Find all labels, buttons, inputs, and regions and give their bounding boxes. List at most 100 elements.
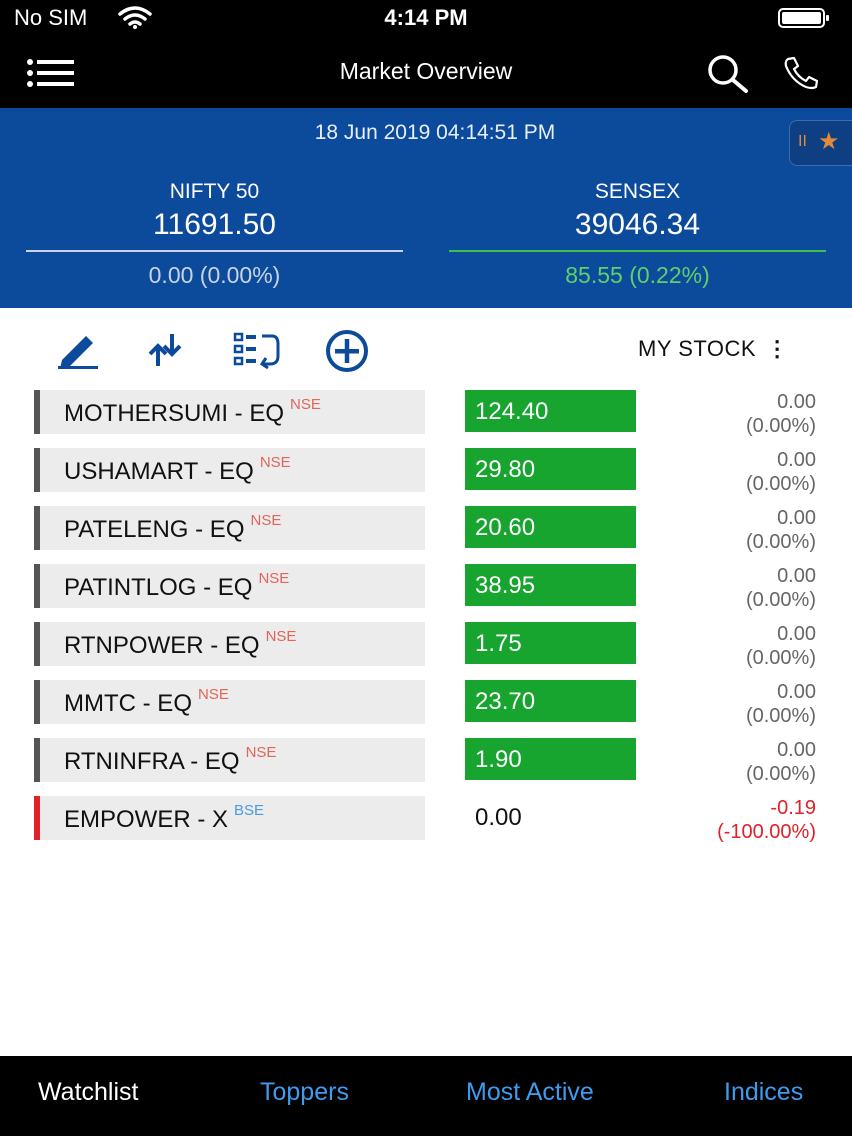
symbol-label: MMTC - EQ NSE: [64, 686, 229, 718]
index-underline: [26, 250, 403, 252]
index-sensex[interactable]: SENSEX 39046.34 85.55 (0.22%): [449, 180, 826, 289]
symbol-cell[interactable]: RTNINFRA - EQ NSE: [34, 738, 425, 782]
watchlist-row[interactable]: PATELENG - EQ NSE 20.60 0.00 (0.00%): [0, 506, 852, 554]
symbol-name: RTNINFRA - EQ: [64, 748, 240, 775]
change-value: 0.00: [777, 681, 816, 703]
last-price: 0.00: [475, 804, 522, 831]
status-bar: No SIM 4:14 PM: [0, 0, 852, 36]
change-percent: (0.00%): [745, 473, 816, 495]
my-stock-menu[interactable]: MY STOCK ⋮: [638, 336, 789, 362]
index-name: NIFTY 50: [169, 180, 260, 203]
change-value: 0.00: [777, 507, 816, 529]
last-price: 1.75: [465, 622, 636, 664]
pencil-icon[interactable]: [56, 330, 100, 370]
symbol-name: USHAMART - EQ: [64, 458, 254, 485]
change-value: 0.00: [777, 623, 816, 645]
last-price: 29.80: [465, 448, 636, 490]
phone-icon[interactable]: [782, 56, 822, 90]
index-underline: [449, 250, 826, 252]
tab-watchlist[interactable]: Watchlist: [38, 1078, 138, 1107]
symbol-cell[interactable]: MOTHERSUMI - EQ NSE: [34, 390, 425, 434]
exchange-tag: NSE: [290, 396, 321, 413]
change-value: 0.00: [777, 739, 816, 761]
symbol-cell[interactable]: USHAMART - EQ NSE: [34, 448, 425, 492]
index-change: 0.00 (0.00%): [148, 262, 281, 288]
exchange-tag: NSE: [258, 570, 290, 587]
star-icon: ★: [818, 128, 840, 155]
price-change: 0.00 (0.00%): [746, 448, 816, 496]
exchange-tag: BSE: [234, 802, 265, 819]
symbol-cell[interactable]: PATINTLOG - EQ NSE: [34, 564, 425, 608]
symbol-label: PATELENG - EQ NSE: [64, 512, 281, 544]
watchlist-row[interactable]: USHAMART - EQ NSE 29.80 0.00 (0.00%): [0, 448, 852, 496]
tab-most-active[interactable]: Most Active: [466, 1078, 594, 1107]
symbol-cell[interactable]: MMTC - EQ NSE: [34, 680, 425, 724]
price-change: 0.00 (0.00%): [746, 738, 816, 786]
watchlist-row[interactable]: RTNINFRA - EQ NSE 1.90 0.00 (0.00%): [0, 738, 852, 786]
index-value: 11691.50: [153, 208, 276, 241]
exchange-tag: NSE: [259, 454, 291, 471]
add-circle-icon[interactable]: [322, 330, 372, 374]
symbol-label: RTNPOWER - EQ NSE: [64, 628, 296, 660]
watchlist-row[interactable]: MOTHERSUMI - EQ NSE 124.40 0.00 (0.00%): [0, 390, 852, 438]
symbol-name: MMTC - EQ: [64, 690, 192, 717]
reorder-icon[interactable]: [232, 330, 280, 370]
last-price: 23.70: [465, 680, 636, 722]
price-change: 0.00 (0.00%): [746, 506, 816, 554]
watchlist-row[interactable]: MMTC - EQ NSE 23.70 0.00 (0.00%): [0, 680, 852, 728]
symbol-name: EMPOWER - X: [64, 806, 229, 833]
symbol-name: RTNPOWER - EQ: [64, 632, 260, 659]
symbol-label: MOTHERSUMI - EQ NSE: [64, 396, 321, 428]
tab-indices[interactable]: Indices: [724, 1078, 803, 1107]
change-percent: (-100.00%): [717, 821, 816, 843]
last-price: 124.40: [465, 390, 636, 432]
last-price: 1.90: [465, 738, 636, 780]
tab-toppers[interactable]: Toppers: [260, 1078, 349, 1107]
symbol-cell[interactable]: PATELENG - EQ NSE: [34, 506, 425, 550]
symbol-cell[interactable]: RTNPOWER - EQ NSE: [34, 622, 425, 666]
symbol-label: PATINTLOG - EQ NSE: [64, 570, 289, 602]
change-percent: (0.00%): [745, 647, 816, 669]
last-price: 38.95: [465, 564, 636, 606]
watchlist-row[interactable]: EMPOWER - X BSE 0.00 -0.19 (-100.00%): [0, 796, 852, 844]
change-value: 0.00: [777, 565, 816, 587]
exchange-tag: NSE: [197, 686, 229, 703]
kebab-menu-icon: ⋮: [766, 336, 789, 361]
symbol-label: RTNINFRA - EQ NSE: [64, 744, 276, 776]
index-change: 85.55 (0.22%): [565, 262, 710, 288]
symbol-name: PATINTLOG - EQ: [64, 574, 253, 601]
watchlist-name: MY STOCK: [638, 336, 757, 361]
symbol-name: PATELENG - EQ: [64, 516, 245, 543]
watchlist-row[interactable]: RTNPOWER - EQ NSE 1.75 0.00 (0.00%): [0, 622, 852, 670]
change-value: 0.00: [777, 391, 816, 413]
index-value: 39046.34: [574, 208, 701, 241]
price-change: 0.00 (0.00%): [746, 680, 816, 728]
price-change: 0.00 (0.00%): [746, 390, 816, 438]
change-value: -0.19: [770, 797, 816, 819]
watchlist-row[interactable]: PATINTLOG - EQ NSE 38.95 0.00 (0.00%): [0, 564, 852, 612]
market-header: 18 Jun 2019 04:14:51 PM II ★ NIFTY 50 11…: [0, 108, 852, 308]
exchange-tag: NSE: [250, 512, 282, 529]
index-nifty-50[interactable]: NIFTY 50 11691.50 0.00 (0.00%): [26, 180, 403, 289]
change-value: 0.00: [777, 449, 816, 471]
symbol-cell[interactable]: EMPOWER - X BSE: [34, 796, 425, 840]
sort-arrows-icon[interactable]: [144, 330, 188, 370]
clock: 4:14 PM: [384, 5, 468, 30]
search-icon[interactable]: [706, 54, 750, 94]
pause-icon: II: [798, 133, 807, 150]
nav-bar: Market Overview: [0, 36, 852, 108]
symbol-label: USHAMART - EQ NSE: [64, 454, 291, 486]
symbol-name: MOTHERSUMI - EQ: [64, 400, 284, 427]
price-change: -0.19 (-100.00%): [717, 796, 816, 844]
favourite-toggle[interactable]: II ★: [789, 120, 852, 166]
exchange-tag: NSE: [265, 628, 297, 645]
price-change: 0.00 (0.00%): [746, 564, 816, 612]
battery-icon: [778, 8, 829, 28]
change-percent: (0.00%): [745, 415, 816, 437]
change-percent: (0.00%): [745, 705, 816, 727]
change-percent: (0.00%): [745, 589, 816, 611]
change-percent: (0.00%): [745, 763, 816, 785]
watchlist-toolbar: MY STOCK ⋮: [0, 308, 852, 388]
index-name: SENSEX: [594, 180, 681, 203]
price-change: 0.00 (0.00%): [746, 622, 816, 670]
